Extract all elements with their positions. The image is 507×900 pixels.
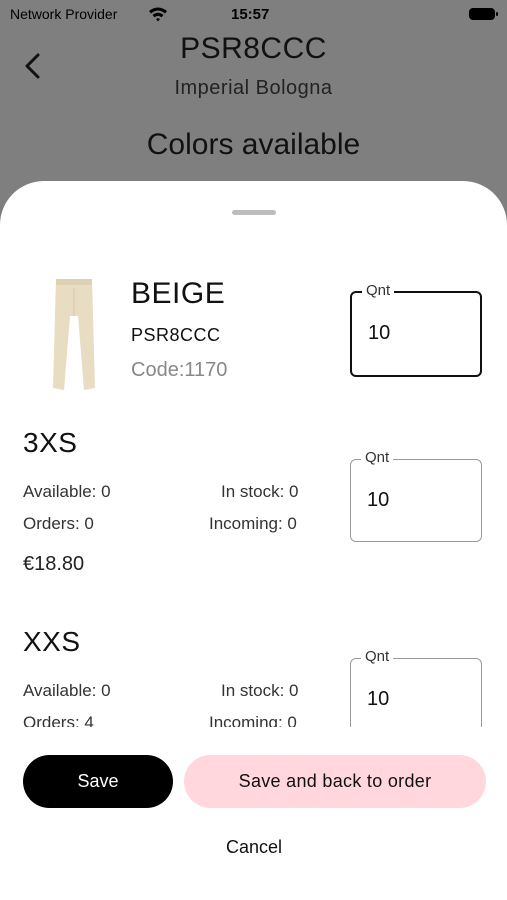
wifi-icon [149, 7, 167, 22]
available-3xs: Available: 0 [23, 482, 111, 501]
orders-3xs: Orders: 0 [23, 514, 94, 533]
incoming-xxs: Incoming: 0 [209, 713, 297, 727]
size-label-3xs: 3XS [23, 427, 78, 458]
product-image [53, 279, 95, 390]
in-stock-xxs: In stock: 0 [221, 681, 299, 700]
sheet-drag-handle[interactable] [232, 210, 276, 215]
color-detail-sheet: BEIGE PSR8CCC Code:1170 Qnt 10 3XS Avail… [0, 181, 507, 900]
qty-field-xxs[interactable]: Qnt 10 [350, 648, 482, 727]
page-title: PSR8CCC [180, 32, 327, 65]
sheet-scroll-area[interactable]: BEIGE PSR8CCC Code:1170 Qnt 10 3XS Avail… [0, 241, 507, 727]
incoming-3xs: Incoming: 0 [209, 514, 297, 533]
status-time: 15:57 [231, 6, 270, 23]
in-stock-3xs: In stock: 0 [221, 482, 299, 501]
size-label-xxs: XXS [23, 626, 81, 657]
section-title: Colors available [146, 128, 361, 161]
battery-icon [469, 8, 498, 20]
qty-label: Qnt [361, 648, 394, 665]
color-qty-field[interactable]: Qnt 10 [350, 282, 482, 377]
available-xxs: Available: 0 [23, 681, 111, 700]
qty-value: 10 [367, 489, 390, 511]
page-subtitle: Imperial Bologna [174, 77, 333, 99]
qty-field-3xs[interactable]: Qnt 10 [350, 449, 482, 542]
item-code: Code:1170 [131, 359, 228, 381]
save-and-back-button[interactable]: Save and back to order [184, 755, 486, 808]
qty-value: 10 [367, 688, 390, 710]
app-screen: Network Provider 15:57 PSR8CCC Imperial … [0, 0, 507, 900]
price-3xs: €18.80 [23, 553, 85, 575]
model-code: PSR8CCC [131, 325, 221, 345]
qty-value: 10 [368, 322, 391, 344]
carrier-name: Network Provider [10, 6, 118, 22]
qty-label: Qnt [362, 282, 395, 299]
orders-xxs: Orders: 4 [23, 713, 94, 727]
status-bar: Network Provider 15:57 [0, 0, 507, 30]
save-button[interactable]: Save [23, 755, 173, 808]
color-name: BEIGE [131, 277, 226, 310]
qty-label: Qnt [361, 449, 394, 466]
cancel-button[interactable]: Cancel [203, 833, 305, 861]
